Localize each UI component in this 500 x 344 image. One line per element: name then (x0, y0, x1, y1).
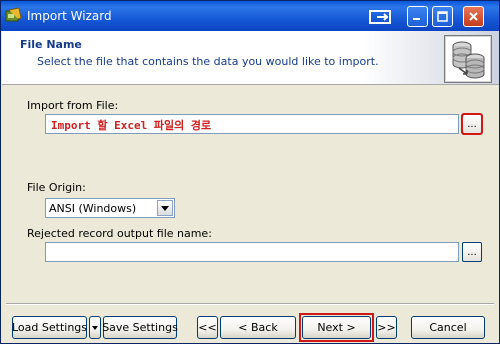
load-settings-dropdown-button[interactable] (89, 316, 101, 339)
database-icon (444, 35, 492, 83)
close-icon (469, 12, 478, 21)
load-settings-button[interactable]: Load Settings (12, 316, 87, 339)
maximize-button[interactable] (432, 6, 453, 27)
first-page-button[interactable]: << (197, 316, 218, 339)
app-icon (5, 7, 22, 22)
chevron-down-icon[interactable] (157, 200, 173, 216)
chevron-down-icon (92, 325, 98, 330)
browse-rejected-file-button[interactable]: ... (462, 242, 482, 262)
rejected-record-label: Rejected record output file name: (27, 227, 212, 240)
save-settings-button[interactable]: Save Settings (102, 316, 178, 339)
file-origin-label: File Origin: (27, 181, 86, 194)
close-button[interactable] (463, 6, 484, 27)
file-origin-select[interactable]: ANSI (Windows) (45, 198, 175, 218)
minimize-button[interactable] (407, 6, 428, 27)
page-title: File Name (20, 38, 82, 51)
import-from-file-label: Import from File: (27, 99, 119, 112)
import-wizard-window: Import Wizard File Name Select the file … (0, 0, 500, 344)
import-file-input-value: Import 할 Excel 파일의 경로 (51, 119, 212, 132)
file-origin-value: ANSI (Windows) (49, 202, 137, 215)
cancel-button[interactable]: Cancel (411, 316, 485, 339)
import-file-input[interactable]: Import 할 Excel 파일의 경로 (45, 114, 459, 134)
restore-to-tray-icon[interactable] (367, 7, 395, 27)
back-button[interactable]: < Back (220, 316, 296, 339)
next-button[interactable]: Next > (302, 316, 371, 339)
page-subtitle: Select the file that contains the data y… (37, 55, 379, 68)
browse-import-file-button[interactable]: ... (461, 113, 483, 135)
maximize-icon (437, 11, 448, 22)
title-bar[interactable]: Import Wizard (1, 1, 499, 31)
last-page-button[interactable]: >> (376, 316, 397, 339)
wizard-header: File Name Select the file that contains … (2, 31, 499, 85)
rejected-record-input[interactable] (45, 242, 459, 262)
window-title: Import Wizard (27, 9, 112, 23)
bottom-separator (6, 303, 494, 305)
minimize-icon (413, 18, 420, 20)
